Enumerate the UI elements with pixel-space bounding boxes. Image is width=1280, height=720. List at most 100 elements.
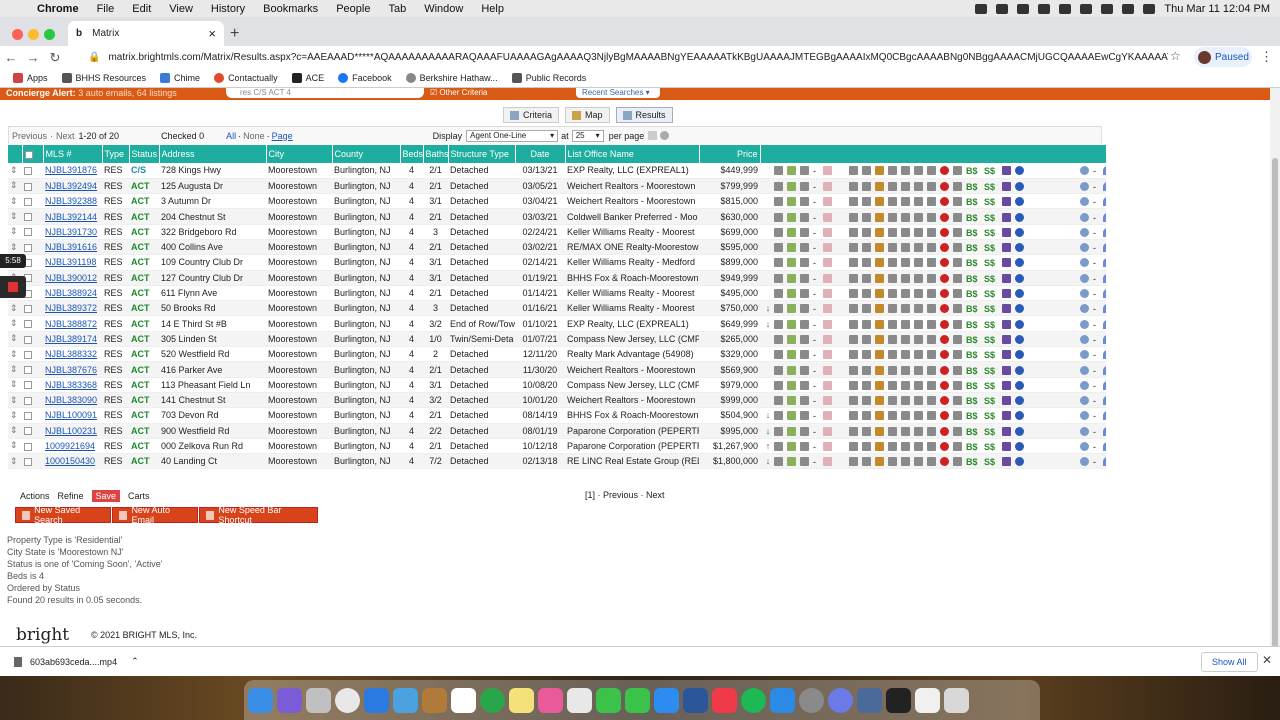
person-icon[interactable] bbox=[927, 212, 936, 222]
map-marker-icon[interactable] bbox=[823, 442, 832, 452]
drop-icon[interactable] bbox=[1103, 212, 1106, 222]
save-tab[interactable]: Save bbox=[91, 490, 121, 502]
home-icon[interactable] bbox=[888, 365, 897, 375]
building-icon[interactable] bbox=[901, 304, 910, 314]
network-icon[interactable] bbox=[1002, 426, 1011, 436]
globe-icon[interactable] bbox=[1015, 258, 1024, 268]
drag-handle-icon[interactable]: ⇕ bbox=[8, 331, 22, 348]
cell-mls[interactable]: NJBL392388 bbox=[43, 193, 102, 210]
globe-icon[interactable] bbox=[1015, 273, 1024, 283]
report-icon[interactable] bbox=[953, 289, 962, 299]
bs-icon[interactable]: B$ bbox=[966, 427, 980, 437]
apple-icon[interactable] bbox=[940, 227, 949, 237]
tab-criteria[interactable]: Criteria bbox=[503, 107, 560, 123]
tab-close-icon[interactable]: × bbox=[208, 26, 216, 41]
building-icon[interactable] bbox=[901, 350, 910, 360]
scrollbar-thumb[interactable] bbox=[1272, 158, 1278, 648]
dash-icon[interactable]: - bbox=[813, 258, 819, 268]
lock-icon[interactable]: 🔒 bbox=[88, 52, 100, 63]
dash-icon[interactable]: - bbox=[1093, 228, 1099, 238]
select-page-link[interactable]: Page bbox=[272, 131, 293, 141]
home-icon[interactable] bbox=[888, 227, 897, 237]
network-icon[interactable] bbox=[1002, 411, 1011, 421]
network-icon[interactable] bbox=[1002, 304, 1011, 314]
document-icon[interactable] bbox=[800, 289, 809, 299]
map-marker-icon[interactable] bbox=[823, 350, 832, 360]
network-icon[interactable] bbox=[1002, 457, 1011, 467]
chart-icon[interactable] bbox=[875, 350, 884, 360]
drag-handle-icon[interactable]: ⇕ bbox=[8, 193, 22, 210]
drop-icon[interactable] bbox=[1103, 334, 1106, 344]
dash-icon[interactable]: - bbox=[1093, 243, 1099, 253]
row-checkbox[interactable] bbox=[24, 228, 32, 237]
apple-icon[interactable] bbox=[940, 166, 949, 176]
menu-history[interactable]: History bbox=[202, 3, 254, 15]
row-checkbox-cell[interactable] bbox=[22, 300, 43, 317]
network-icon[interactable] bbox=[1002, 289, 1011, 299]
bookmark-ace[interactable]: ACE bbox=[287, 73, 330, 83]
photo-icon[interactable] bbox=[787, 365, 796, 375]
history-icon[interactable] bbox=[862, 319, 871, 329]
dash-icon[interactable]: - bbox=[813, 228, 819, 238]
apple-icon[interactable] bbox=[940, 411, 949, 421]
document-icon[interactable] bbox=[800, 273, 809, 283]
report-icon[interactable] bbox=[953, 166, 962, 176]
drop-icon[interactable] bbox=[1103, 166, 1106, 176]
camera-icon[interactable] bbox=[774, 166, 783, 176]
menu-edit[interactable]: Edit bbox=[123, 3, 160, 15]
photo-icon[interactable] bbox=[787, 273, 796, 283]
dollar-icon[interactable]: S$ bbox=[984, 320, 998, 330]
home-icon[interactable] bbox=[888, 243, 897, 253]
table-row[interactable]: ⇕ 1009921694 RES ACT 000 Zelkova Run Rd Moore… bbox=[8, 438, 1106, 455]
dollar-icon[interactable]: S$ bbox=[984, 258, 998, 268]
apple-icon[interactable] bbox=[940, 365, 949, 375]
map-marker-icon[interactable] bbox=[823, 166, 832, 176]
drag-handle-icon[interactable]: ⇕ bbox=[8, 163, 22, 179]
cell-mls[interactable]: NJBL387676 bbox=[43, 361, 102, 378]
concierge-alert[interactable]: Concierge Alert: 3 auto emails, 64 listi… bbox=[6, 88, 177, 98]
chart-icon[interactable] bbox=[875, 396, 884, 406]
drop-icon[interactable] bbox=[1103, 273, 1106, 283]
building-icon[interactable] bbox=[901, 243, 910, 253]
dash-icon[interactable]: - bbox=[813, 182, 819, 192]
school-icon[interactable] bbox=[914, 212, 923, 222]
camera-icon[interactable] bbox=[774, 227, 783, 237]
col-structure[interactable]: Structure Type bbox=[448, 145, 516, 163]
drop-icon[interactable] bbox=[1103, 243, 1106, 253]
drag-handle-icon[interactable]: ⇕ bbox=[8, 438, 22, 455]
map-marker-icon[interactable] bbox=[823, 365, 832, 375]
document-icon[interactable] bbox=[800, 166, 809, 176]
row-checkbox[interactable] bbox=[24, 167, 32, 176]
launchpad-icon[interactable] bbox=[306, 687, 331, 713]
dash-icon[interactable]: - bbox=[813, 457, 819, 467]
table-row[interactable]: ⇕NJBL390012RESACT127 Country Club DrMoor… bbox=[8, 270, 1106, 286]
tax-icon[interactable] bbox=[849, 365, 858, 375]
apple-icon[interactable] bbox=[940, 304, 949, 314]
dash-icon[interactable]: - bbox=[813, 350, 819, 360]
apple-icon[interactable] bbox=[940, 289, 949, 299]
dash-icon[interactable]: - bbox=[813, 335, 819, 345]
school-icon[interactable] bbox=[914, 243, 923, 253]
row-checkbox-cell[interactable] bbox=[22, 438, 43, 455]
chevron-up-icon[interactable]: ⌃ bbox=[131, 656, 139, 667]
table-row[interactable]: ⇕NJBL388924RESACT611 Flynn AveMoorestown… bbox=[8, 285, 1106, 302]
school-icon[interactable] bbox=[914, 258, 923, 268]
select-all-checkbox[interactable] bbox=[24, 150, 33, 159]
camera-icon[interactable] bbox=[774, 319, 783, 329]
moon-icon[interactable] bbox=[1017, 3, 1030, 14]
apple-icon[interactable] bbox=[940, 258, 949, 268]
dash-icon[interactable]: - bbox=[813, 213, 819, 223]
document-icon[interactable] bbox=[800, 319, 809, 329]
table-row[interactable]: ⇕ NJBL388332 RES ACT 520 Westfield Rd Moorest… bbox=[8, 346, 1106, 363]
apple-icon[interactable] bbox=[940, 182, 949, 191]
tax-icon[interactable] bbox=[849, 273, 858, 283]
row-checkbox-cell[interactable] bbox=[22, 346, 43, 363]
person-icon[interactable] bbox=[927, 380, 936, 390]
camera-icon[interactable] bbox=[774, 182, 783, 191]
menu-bookmarks[interactable]: Bookmarks bbox=[254, 3, 327, 15]
person-icon[interactable] bbox=[927, 197, 936, 207]
settings-icon[interactable] bbox=[975, 3, 988, 14]
bs-icon[interactable]: B$ bbox=[966, 213, 980, 223]
network-icon[interactable] bbox=[1002, 212, 1011, 222]
history-icon[interactable] bbox=[862, 227, 871, 237]
